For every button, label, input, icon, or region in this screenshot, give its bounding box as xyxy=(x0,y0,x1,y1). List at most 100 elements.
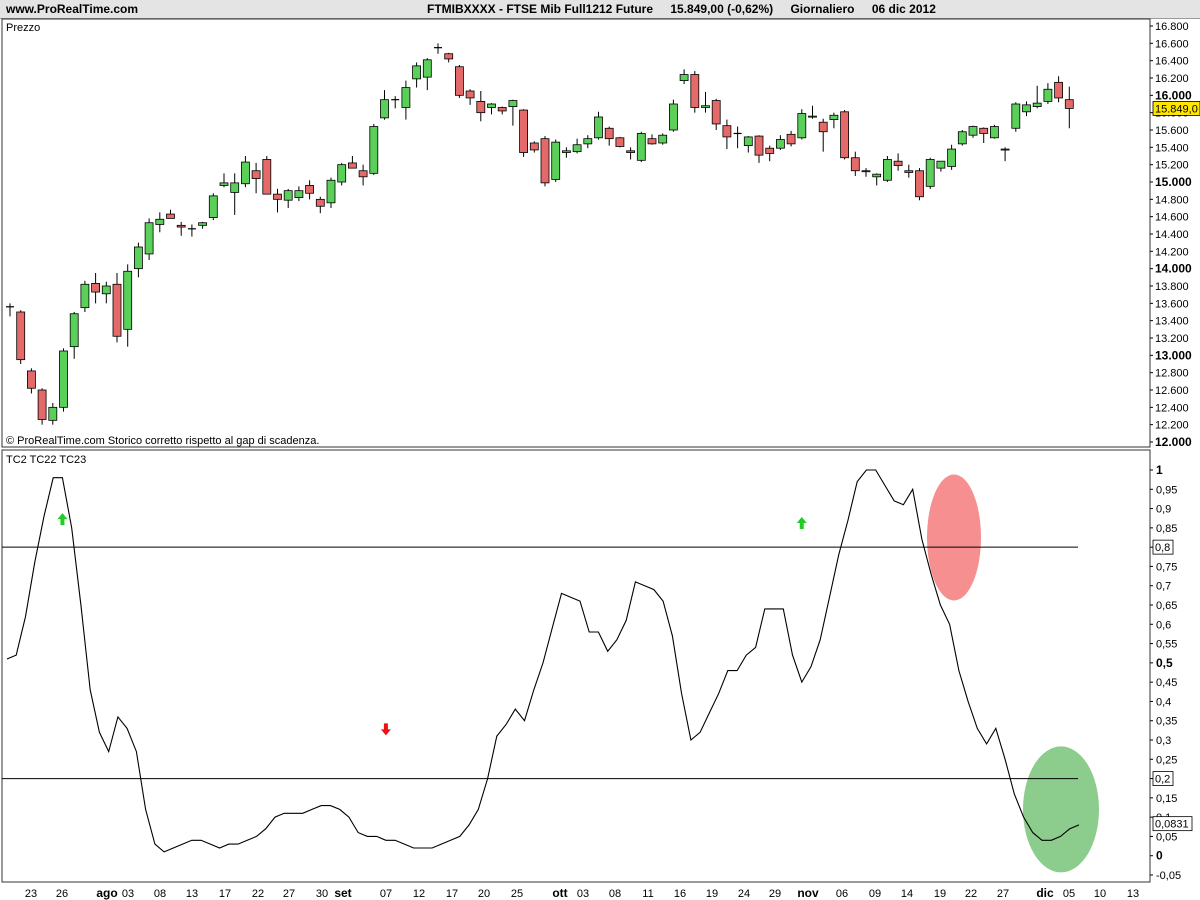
candle-body xyxy=(337,164,347,183)
candle-body xyxy=(497,107,507,112)
candle xyxy=(915,168,924,201)
candle-body xyxy=(583,138,593,145)
candle-body xyxy=(251,170,261,179)
x-tick-label: 11 xyxy=(642,888,653,900)
x-tick-label: set xyxy=(334,886,351,900)
candle xyxy=(454,65,464,98)
y-tick-label: 16.800 xyxy=(1155,21,1189,33)
candle-body xyxy=(133,246,143,270)
candle-body xyxy=(626,150,635,153)
y-tick-label: 0,7 xyxy=(1156,581,1171,593)
candle-body xyxy=(979,127,989,134)
reference-value-label: 0,8 xyxy=(1155,542,1170,554)
candle xyxy=(262,156,272,195)
x-tick-label: 17 xyxy=(219,888,231,900)
y-tick-label: -0,05 xyxy=(1156,870,1181,882)
x-tick-label: dic xyxy=(1036,886,1054,900)
candle-body xyxy=(48,406,58,421)
x-tick-label: 23 xyxy=(25,888,37,900)
candle-body xyxy=(1022,104,1031,113)
candle-body xyxy=(540,138,550,184)
y-tick-label: 15.400 xyxy=(1155,142,1189,154)
candle-body xyxy=(294,190,304,199)
x-tick-label: 29 xyxy=(769,888,781,900)
x-tick-label: 24 xyxy=(738,888,750,900)
x-tick-label: 07 xyxy=(380,888,392,900)
oscillator-panel-label: TC2 TC22 TC23 xyxy=(6,454,86,466)
candle-body xyxy=(808,115,817,118)
candle-body xyxy=(283,190,293,201)
candle-body xyxy=(925,159,935,187)
candle-body xyxy=(669,103,678,131)
y-tick-label: 13.800 xyxy=(1155,281,1189,293)
x-tick-label: 06 xyxy=(836,888,848,900)
chart-area[interactable]: Prezzo © ProRealTime.com Storico corrett… xyxy=(0,0,1200,900)
last-price-box: 15.849,0 xyxy=(1152,101,1200,116)
x-tick-label: 22 xyxy=(965,888,977,900)
candle-body xyxy=(230,182,240,193)
candle-body xyxy=(690,74,700,108)
candle-body xyxy=(915,170,924,198)
y-tick-label: 12.400 xyxy=(1155,402,1189,414)
y-tick-label: 0,05 xyxy=(1156,831,1177,843)
candle-body xyxy=(990,126,999,139)
y-tick-label: 0,65 xyxy=(1156,600,1177,612)
candle-body xyxy=(647,138,657,145)
x-tick-label: 16 xyxy=(674,888,686,900)
candle xyxy=(540,136,550,187)
candle-body xyxy=(508,100,518,107)
x-axis: 23 26 ago 03 08 13 17 22 27 30 set 07 12 17 20 25 ott 03 0… xyxy=(25,886,1139,900)
candle xyxy=(37,388,47,425)
candle-body xyxy=(615,137,625,147)
candle-body xyxy=(305,185,315,194)
candle-body xyxy=(454,66,464,96)
candle xyxy=(337,162,347,186)
y-tick-label: 16.000 xyxy=(1155,88,1192,102)
x-tick-label: 13 xyxy=(1127,888,1139,900)
candle-body xyxy=(262,159,272,195)
y-tick-label: 14.600 xyxy=(1155,212,1189,224)
x-tick-label: 20 xyxy=(478,888,490,900)
candle-body xyxy=(701,105,710,108)
x-tick-label: 09 xyxy=(869,888,881,900)
candle-body xyxy=(562,150,571,153)
candle-body xyxy=(422,59,432,78)
candle xyxy=(519,109,528,157)
candle xyxy=(690,71,700,113)
price-panel-label: Prezzo xyxy=(6,22,40,34)
last-value-label: 0,0831 xyxy=(1155,819,1189,831)
candle-body xyxy=(176,224,186,228)
candle xyxy=(636,131,646,163)
y-tick-label: 0,15 xyxy=(1156,793,1177,805)
candle-body xyxy=(786,133,796,145)
y-tick-label: 0,85 xyxy=(1156,523,1177,535)
x-tick-label: 08 xyxy=(154,888,166,900)
y-tick-label: 0,3 xyxy=(1156,735,1171,747)
price-panel[interactable]: Prezzo © ProRealTime.com Storico corrett… xyxy=(1,18,1200,449)
candle-body xyxy=(893,160,903,166)
candle-body xyxy=(968,126,978,136)
candle xyxy=(925,157,935,189)
candle-body xyxy=(69,313,79,348)
candle-body xyxy=(572,144,582,153)
oversold-ellipse xyxy=(1023,746,1099,873)
candle-body xyxy=(123,270,133,330)
x-tick-label: ott xyxy=(552,886,567,900)
x-tick-label: 12 xyxy=(413,888,425,900)
candle-body xyxy=(883,159,892,181)
candle xyxy=(883,156,892,182)
y-tick-label: 13.200 xyxy=(1155,333,1189,345)
y-tick-label: 15.200 xyxy=(1155,160,1189,172)
candle-body xyxy=(797,113,807,139)
x-tick-label: 03 xyxy=(122,888,134,900)
candle xyxy=(369,123,379,176)
y-tick-label: 0,55 xyxy=(1156,639,1177,651)
oscillator-panel[interactable]: TC2 TC22 TC23 1 0,95 0,9 0,85 0,8 0,75 0,7 0,65… xyxy=(1,449,1193,883)
candle-body xyxy=(722,125,732,138)
candle-body xyxy=(208,195,218,218)
x-tick-label: 05 xyxy=(1063,888,1075,900)
x-tick-label: 13 xyxy=(186,888,198,900)
candle-body xyxy=(936,160,946,169)
x-tick-label: 22 xyxy=(252,888,264,900)
candle-body xyxy=(551,141,561,180)
